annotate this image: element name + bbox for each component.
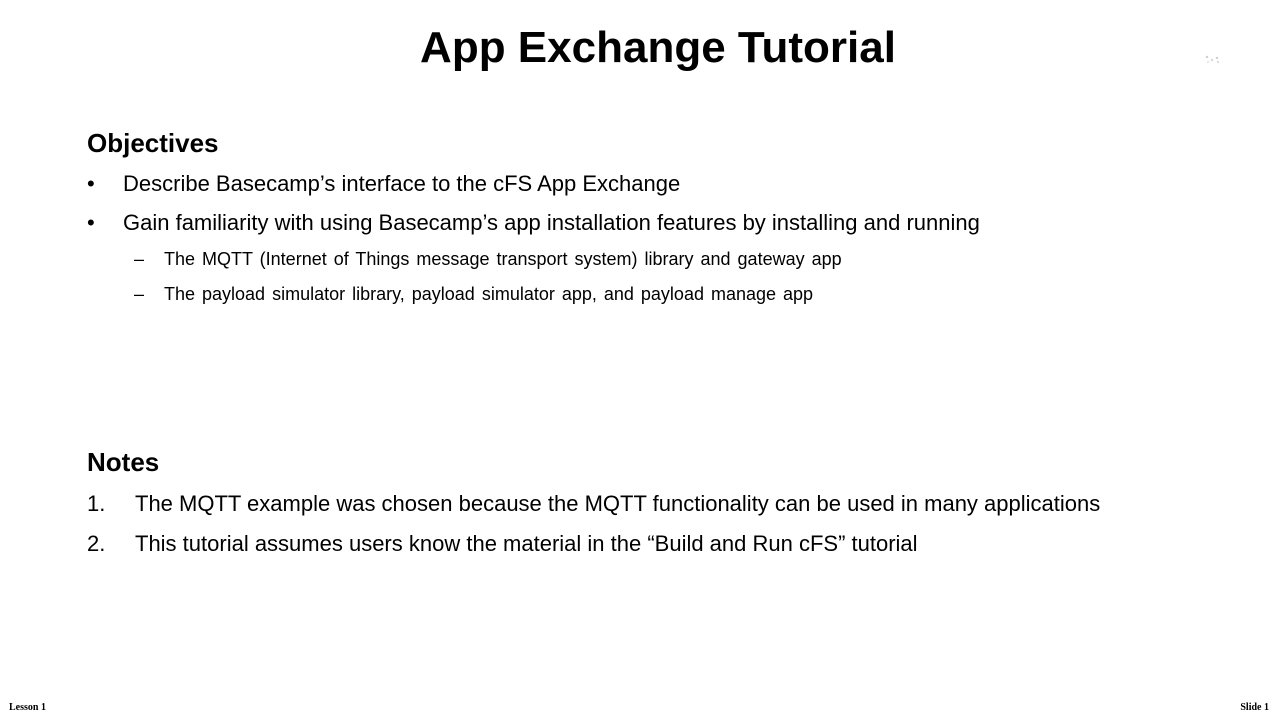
number-marker: 2. [87,531,106,556]
objective-subitem-text: The MQTT (Internet of Things message tra… [164,249,842,269]
bullet-marker: • [87,210,95,235]
footer-slide-number: Slide 1 [1240,702,1269,713]
objective-text: Gain familiarity with using Basecamp’s a… [123,210,980,235]
dash-marker: – [134,249,145,269]
note-text: This tutorial assumes users know the mat… [135,531,918,556]
notes-heading: Notes [87,447,160,477]
corner-logo-icon [1205,55,1220,64]
bullet-marker: • [87,171,95,196]
footer-lesson-label: Lesson 1 [9,702,46,713]
objective-subitem-text: The payload simulator library, payload s… [164,284,814,304]
note-text: The MQTT example was chosen because the … [135,491,1101,516]
number-marker: 1. [87,491,106,516]
objectives-heading: Objectives [87,128,219,158]
slide-title: App Exchange Tutorial [420,23,896,72]
dash-marker: – [134,284,145,304]
objective-text: Describe Basecamp’s interface to the cFS… [123,171,681,196]
